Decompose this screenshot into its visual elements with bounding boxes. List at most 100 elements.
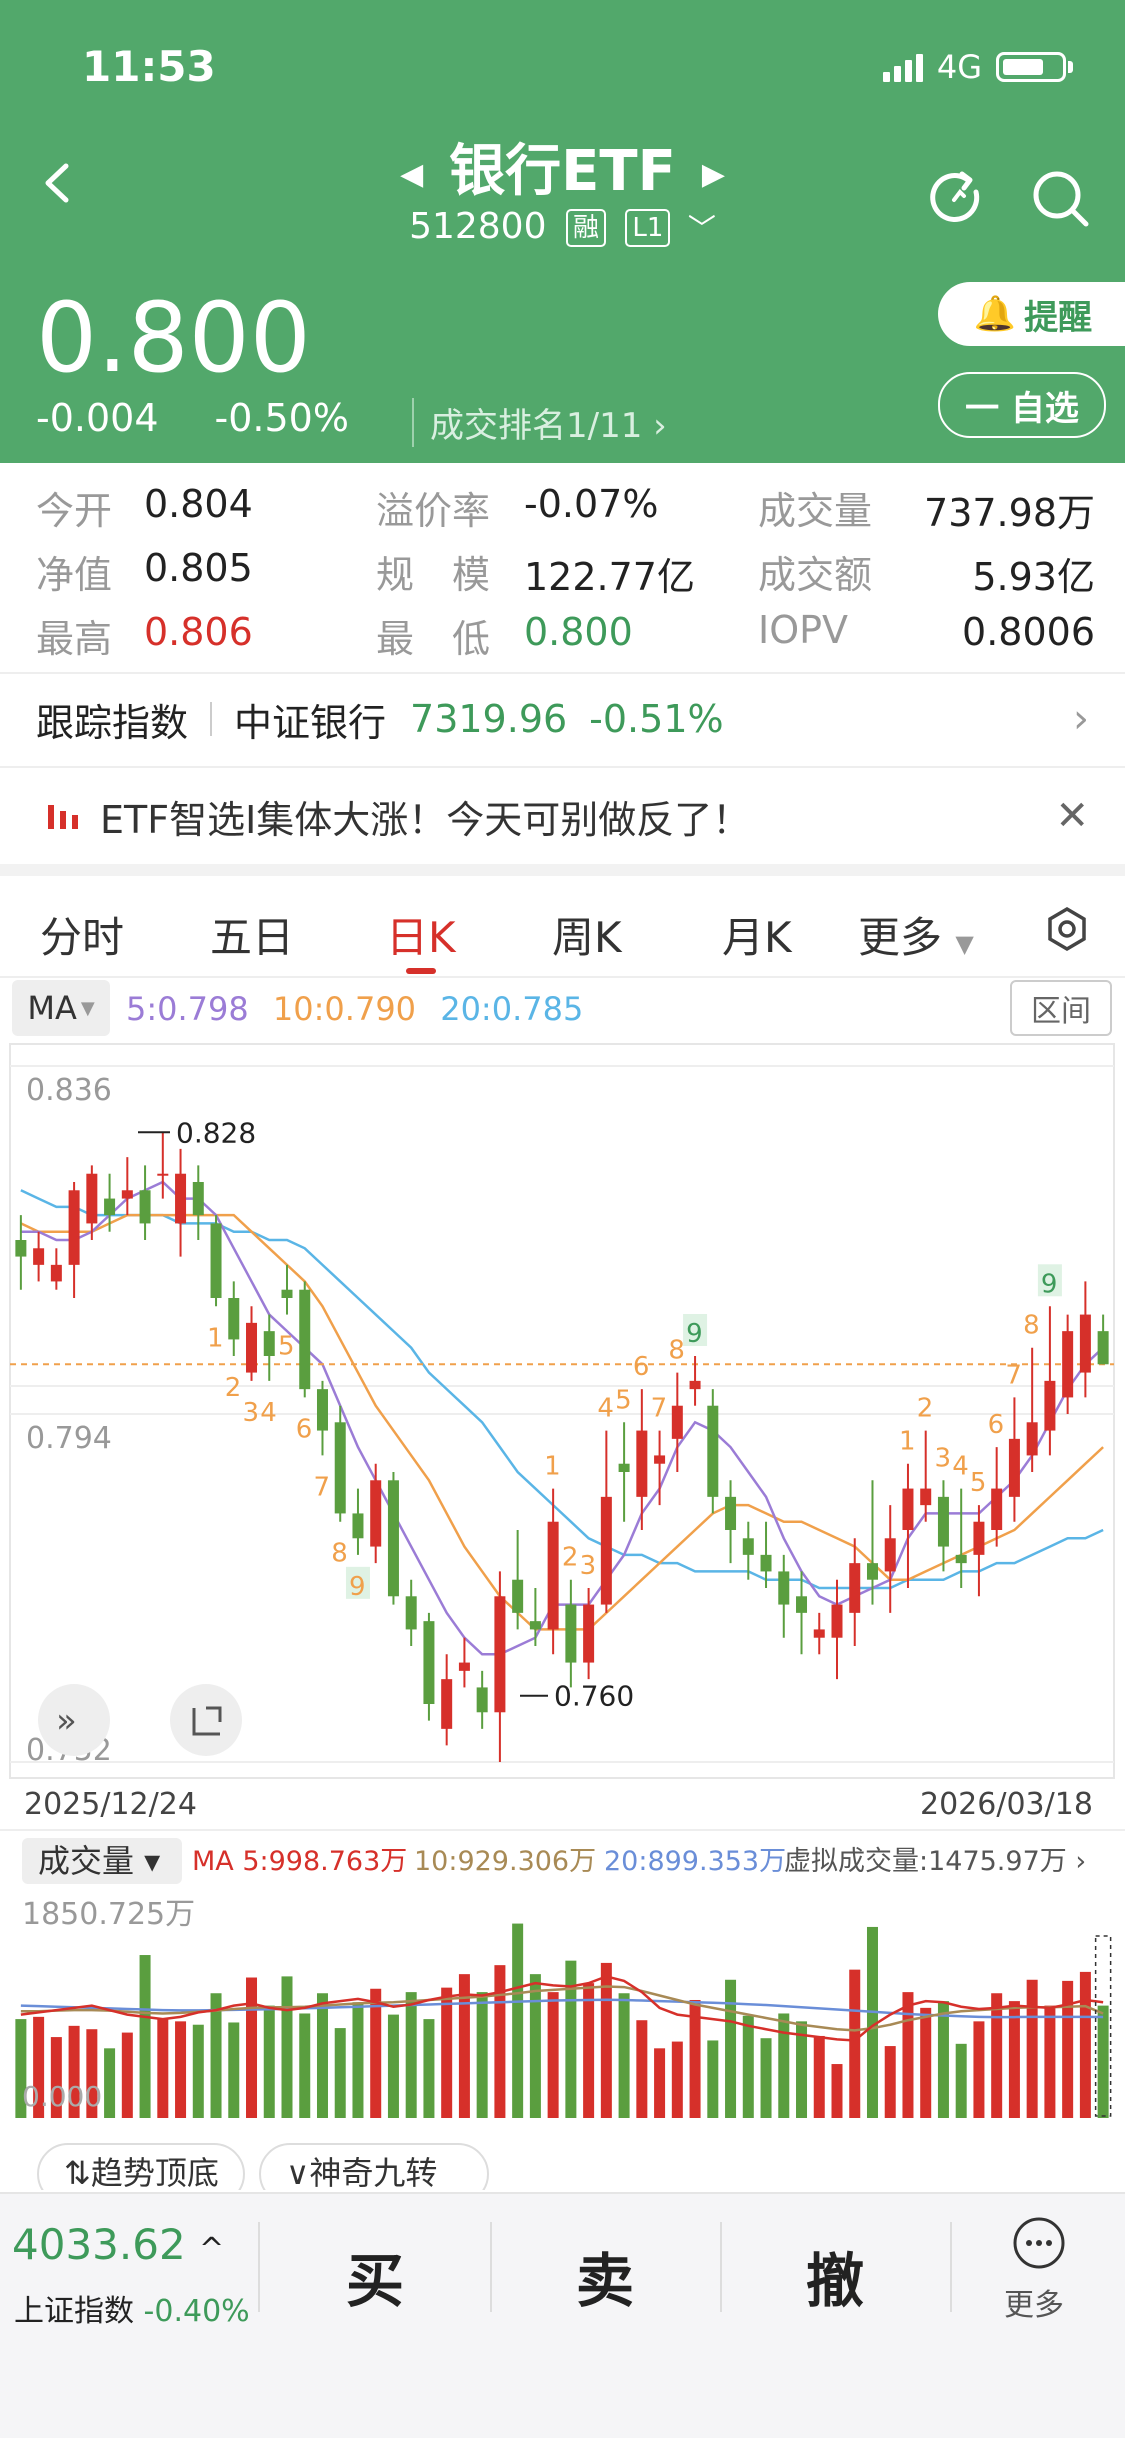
open-value: 0.804 (144, 482, 253, 526)
candle-body (86, 1173, 98, 1224)
td-count-marker: 1 (899, 1427, 916, 1457)
more-label[interactable]: 更多 (1004, 2280, 1064, 2324)
candle-body (1062, 1331, 1074, 1398)
td-count-marker: 1 (544, 1452, 561, 1482)
volume-bar (1062, 1980, 1074, 2118)
candle-body (583, 1604, 595, 1663)
premium-value: -0.07% (524, 482, 659, 526)
tab-daily-k[interactable]: 日K (386, 904, 456, 965)
volume-bar (352, 2002, 364, 2118)
index-name-row: 上证指数 -0.40% (14, 2286, 250, 2330)
close-icon[interactable]: ✕ (1055, 793, 1089, 839)
candle-body (423, 1621, 435, 1704)
range-button[interactable]: 区间 (1010, 980, 1112, 1036)
candle-body (316, 1389, 328, 1431)
promo-banner[interactable]: ETF智选I集体大涨！今天可别做反了！ ✕ (0, 768, 1125, 864)
index-name: 上证指数 (14, 2294, 134, 2329)
candle-body (299, 1289, 311, 1390)
candle-body (760, 1554, 772, 1572)
td-count-marker: 3 (580, 1551, 597, 1581)
candle-body (157, 1173, 169, 1176)
end-date-label: 2026/03/18 (920, 1787, 1093, 1822)
kline-chart[interactable]: 0.8360.7940.7521234567891234567891234567… (0, 1040, 1125, 2190)
amount-value: 5.93亿 (972, 555, 1095, 599)
sell-button[interactable]: 卖 (576, 2234, 634, 2318)
candle-body (121, 1190, 133, 1199)
volume-bar (742, 2015, 754, 2118)
bell-icon: 🔔 (973, 294, 1017, 334)
candle-body (529, 1621, 541, 1630)
volume-bar (441, 1987, 453, 2118)
page-title: 银行ETF (449, 139, 676, 204)
cancel-order-button[interactable]: 撤 (806, 2234, 864, 2318)
volume-bar (778, 2013, 790, 2118)
volume-bar (228, 2022, 240, 2118)
low-label: 最 低 (376, 617, 491, 661)
virtual-volume-link[interactable]: 虚拟成交量:1475.97万 › (784, 1846, 1086, 1877)
volume-ma20-legend: 20:899.353万 (604, 1846, 786, 1877)
index-value: 4033.62 (12, 2220, 186, 2269)
remind-label: 提醒 (1024, 297, 1093, 338)
tab-monthly-k[interactable]: 月K (722, 904, 792, 965)
candle-body (494, 1596, 506, 1713)
tracking-index-row[interactable]: 跟踪指数 中证银行 7319.96 -0.51% › (0, 672, 1125, 766)
volume-ma5-legend: MA 5:998.763万 (192, 1846, 407, 1877)
volume-bar (263, 2005, 275, 2118)
bottom-trade-bar: 4033.62 ^ 上证指数 -0.40% 买 卖 撤 更多 (0, 2192, 1125, 2438)
tab-more[interactable]: 更多 ▼ (858, 904, 974, 965)
indicator-chip[interactable]: ⇅趋势顶底 (64, 2154, 219, 2190)
candle-body (831, 1604, 843, 1638)
amount-label: 成交额 (758, 553, 873, 597)
more-icon[interactable] (1012, 2216, 1066, 2270)
td-count-marker: 4 (260, 1398, 277, 1428)
fullscreen-button-bg[interactable] (170, 1684, 242, 1756)
volume-bar (157, 2019, 169, 2118)
high-marker-label: 0.828 (176, 1116, 256, 1149)
search-icon[interactable] (1028, 166, 1092, 230)
battery-icon (996, 52, 1066, 82)
iopv-value: 0.8006 (962, 610, 1095, 654)
candle-body (742, 1538, 754, 1555)
volume-indicator-button[interactable]: 成交量 ▾ (38, 1842, 160, 1880)
td-count-marker: 1 (207, 1323, 224, 1353)
refresh-icon[interactable] (924, 166, 988, 230)
index-value-row[interactable]: 4033.62 ^ (12, 2220, 224, 2269)
ma10-legend: 10:0.790 (272, 990, 417, 1028)
candle-body (104, 1198, 116, 1216)
tracking-label: 跟踪指数 (36, 700, 189, 745)
fast-forward-icon[interactable]: » (56, 1701, 77, 1741)
next-fund-icon[interactable]: ▶ (702, 157, 725, 192)
volume-bar (334, 2028, 346, 2118)
td-count-marker: 7 (1005, 1360, 1022, 1390)
indicator-chip[interactable]: ∨神奇九转 (286, 2154, 437, 2190)
quote-stats: 今开 0.804 溢价率 -0.07% 成交量 737.98万 净值 0.805… (0, 470, 1125, 668)
volume-bar (831, 2064, 843, 2118)
price-change-row: -0.004 -0.50% (36, 396, 405, 440)
volume-zero-label: 0.000 (22, 2080, 102, 2113)
volume-bar (139, 1955, 151, 2118)
volume-bar (937, 2001, 949, 2118)
tab-five-day[interactable]: 五日 (210, 904, 294, 965)
settings-icon[interactable] (1044, 906, 1090, 952)
y-tick-label: 0.794 (26, 1421, 112, 1456)
td-count-marker: 3 (934, 1443, 951, 1473)
prev-fund-icon[interactable]: ◀ (400, 157, 423, 192)
index-pct: -0.40% (143, 2294, 250, 2329)
volume-rank-link[interactable]: 成交排名1/11 › (412, 398, 667, 447)
period-tabs: 分时 五日 日K 周K 月K 更多 ▼ (0, 876, 1125, 976)
candle-body (512, 1579, 524, 1613)
candle-body (725, 1496, 737, 1530)
tab-minute[interactable]: 分时 (40, 904, 124, 965)
chevron-right-icon: › (1073, 696, 1089, 742)
tab-weekly-k[interactable]: 周K (552, 904, 622, 965)
nav-label: 净值 (36, 553, 113, 597)
add-favorite-button[interactable]: 一 自选 (938, 372, 1106, 438)
volume-bar (955, 2043, 967, 2118)
volume-bar (725, 1979, 737, 2118)
scale-label: 规 模 (376, 553, 491, 597)
buy-button[interactable]: 买 (346, 2234, 404, 2318)
remind-button[interactable]: 🔔 提醒 (938, 282, 1125, 346)
tracking-index-value: 7319.96 (410, 697, 568, 741)
td-count-marker: 8 (1023, 1311, 1040, 1341)
ma-indicator-button[interactable]: MA ▼ (12, 980, 110, 1036)
